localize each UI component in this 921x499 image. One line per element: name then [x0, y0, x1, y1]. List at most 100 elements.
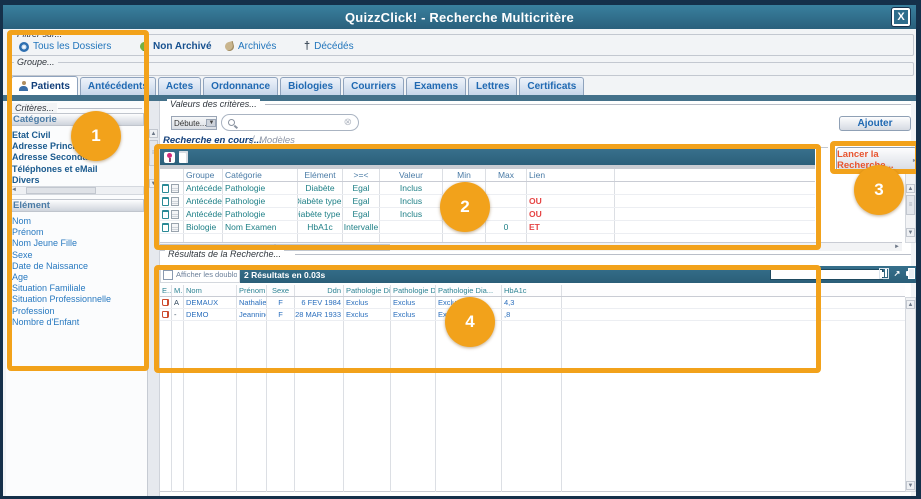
- sidebar-item-prenom[interactable]: Prénom: [12, 227, 111, 238]
- scroll-up-icon[interactable]: ▲: [906, 300, 915, 309]
- chart-icon[interactable]: [879, 268, 889, 279]
- mid-vscrollbar[interactable]: ▲ ≡ ▼: [148, 101, 160, 496]
- chevron-down-icon: ▼: [206, 119, 216, 127]
- trash-icon[interactable]: [162, 197, 169, 206]
- tab-courriers[interactable]: Courriers: [343, 77, 404, 95]
- close-button[interactable]: X: [892, 8, 910, 26]
- scroll-up-icon[interactable]: ▲: [149, 129, 158, 138]
- sidebar-hscrollbar[interactable]: ◄: [9, 186, 144, 195]
- col-min[interactable]: Min: [443, 169, 486, 181]
- patient-record-icon[interactable]: [162, 299, 169, 306]
- pin-icon[interactable]: [164, 152, 175, 163]
- search-icon: [228, 119, 235, 126]
- sidebar-item-nombre-denfant[interactable]: Nombre d'Enfant: [12, 317, 111, 328]
- person-icon: [19, 81, 28, 91]
- antecedent-icon: [171, 210, 179, 219]
- col-valeur[interactable]: Valeur: [380, 169, 443, 181]
- patient-record-icon[interactable]: [162, 311, 169, 318]
- tab-certificats[interactable]: Certificats: [519, 77, 584, 95]
- export-icon[interactable]: ↗: [892, 268, 902, 279]
- sidebar-item-age[interactable]: Age: [12, 272, 111, 283]
- results-vscrollbar[interactable]: ▲ ▼: [905, 297, 916, 492]
- sidebar-item-adresse-principale[interactable]: Adresse Principale: [12, 141, 99, 152]
- result-row[interactable]: - DEMO Jeannine F 28 MAR 1933 Exclus Exc…: [160, 309, 905, 321]
- sidebar-item-adresse-secondaire[interactable]: Adresse Secondaire: [12, 152, 99, 163]
- tab-ordonnance[interactable]: Ordonnance: [203, 77, 278, 95]
- filter-archives[interactable]: Archivés: [225, 41, 276, 52]
- category-header[interactable]: Catégorie: [9, 113, 144, 126]
- printer-icon[interactable]: [905, 268, 916, 279]
- sidebar-item-etat-civil[interactable]: Etat Civil: [12, 130, 99, 141]
- scroll-up-icon[interactable]: ▲: [906, 184, 915, 193]
- trash-icon[interactable]: [162, 210, 169, 219]
- col-pathologie-2[interactable]: Pathologie Dia...: [391, 285, 436, 296]
- valeurs-legend: Valeurs des critères...: [167, 99, 260, 109]
- col-e[interactable]: E..: [160, 285, 172, 296]
- sidebar-item-situation-professionnelle[interactable]: Situation Professionnelle: [12, 294, 111, 305]
- col-nom[interactable]: Nom: [184, 285, 237, 296]
- tab-actes[interactable]: Actes: [158, 77, 201, 95]
- show-duplicates-control[interactable]: Afficher les doublons...: [160, 266, 240, 283]
- criteria-row[interactable]: Antécédents Pathologie Diabète Egal Incl…: [160, 182, 815, 195]
- results-filter-input[interactable]: [770, 269, 883, 280]
- tab-antecedents[interactable]: Antécédents: [80, 77, 156, 95]
- col-ddn[interactable]: Ddn: [295, 285, 344, 296]
- element-header[interactable]: Elément: [9, 199, 144, 212]
- scroll-down-icon[interactable]: ▼: [906, 481, 915, 490]
- sidebar-item-profession[interactable]: Profession: [12, 306, 111, 317]
- scroll-down-icon[interactable]: ▼: [906, 228, 915, 237]
- result-row[interactable]: A DEMAUX Nathalie F 6 FEV 1984 Exclus Ex…: [160, 297, 905, 309]
- col-lien[interactable]: Lien: [527, 169, 615, 181]
- col-max[interactable]: Max: [486, 169, 527, 181]
- filter-decedes[interactable]: † Décédés: [304, 41, 354, 52]
- scroll-right-icon[interactable]: ►: [894, 244, 900, 250]
- filter-legend: Filtrer sur...: [14, 29, 65, 39]
- sidebar-item-telephones-email[interactable]: Téléphones et eMail: [12, 164, 99, 175]
- sidebar-item-nom[interactable]: Nom: [12, 216, 111, 227]
- trash-icon[interactable]: [162, 184, 169, 193]
- scroll-thumb[interactable]: ≡: [906, 195, 915, 215]
- tab-patients[interactable]: Patients: [11, 76, 78, 95]
- tab-examens[interactable]: Examens: [406, 77, 466, 95]
- col-prenom[interactable]: Prénom: [237, 285, 267, 296]
- filter-non-archive[interactable]: Non Archivé: [140, 41, 212, 52]
- clear-icon[interactable]: ⊗: [344, 118, 352, 128]
- title-bar[interactable]: QuizzClick! - Recherche Multicritère X: [3, 5, 916, 29]
- criteria-row[interactable]: Antécédents Pathologie Diabète type II E…: [160, 208, 815, 221]
- scroll-left-icon[interactable]: ◄: [10, 187, 18, 194]
- duplicates-checkbox[interactable]: [163, 270, 173, 280]
- tab-biologies[interactable]: Biologies: [280, 77, 341, 95]
- col-hba1c[interactable]: HbA1c: [502, 285, 562, 296]
- leaf-tan-icon: [224, 41, 235, 52]
- col-categorie[interactable]: Catégorie: [223, 169, 298, 181]
- col-element[interactable]: Elément: [298, 169, 343, 181]
- criteria-row[interactable]: Antécédents Pathologie Diabète type I Eg…: [160, 195, 815, 208]
- new-document-icon[interactable]: [179, 151, 188, 163]
- tab-modeles[interactable]: Modèles: [259, 135, 295, 146]
- col-operator[interactable]: >=<: [343, 169, 380, 181]
- tab-recherche-en-cours[interactable]: Recherche en cours...: [163, 135, 262, 146]
- col-pathologie-3[interactable]: Pathologie Dia...: [436, 285, 502, 296]
- col-sexe[interactable]: Sexe: [267, 285, 295, 296]
- col-m[interactable]: M..: [172, 285, 184, 296]
- sidebar-item-situation-familiale[interactable]: Situation Familiale: [12, 283, 111, 294]
- criteria-row[interactable]: Biologie Nom Examen HbA1c Intervalle 0 0…: [160, 221, 815, 234]
- criteria-value-search[interactable]: ⊗: [221, 114, 359, 131]
- filter-tous-les-dossiers[interactable]: Tous les Dossiers: [19, 41, 111, 52]
- col-groupe[interactable]: Groupe: [184, 169, 223, 181]
- scroll-thumb[interactable]: [26, 187, 96, 194]
- criteria-vscrollbar[interactable]: ▲ ≡ ▼: [905, 169, 916, 243]
- sidebar-item-sexe[interactable]: Sexe: [12, 250, 111, 261]
- sidebar-item-divers[interactable]: Divers: [12, 175, 99, 186]
- col-pathologie-1[interactable]: Pathologie Dia...: [344, 285, 391, 296]
- tab-lettres[interactable]: Lettres: [468, 77, 517, 95]
- leaf-green-icon: [139, 41, 150, 52]
- ajouter-button[interactable]: Ajouter: [839, 116, 911, 131]
- arrow-icon: ▸: [913, 157, 916, 164]
- scroll-thumb[interactable]: ≡: [149, 140, 158, 166]
- trash-icon[interactable]: [162, 223, 169, 232]
- criteria-operator-dropdown[interactable]: Débute... ▼: [171, 116, 217, 130]
- sidebar-item-nom-jeune-fille[interactable]: Nom Jeune Fille: [12, 238, 111, 249]
- sidebar-item-date-de-naissance[interactable]: Date de Naissance: [12, 261, 111, 272]
- scroll-down-icon[interactable]: ▼: [149, 179, 158, 188]
